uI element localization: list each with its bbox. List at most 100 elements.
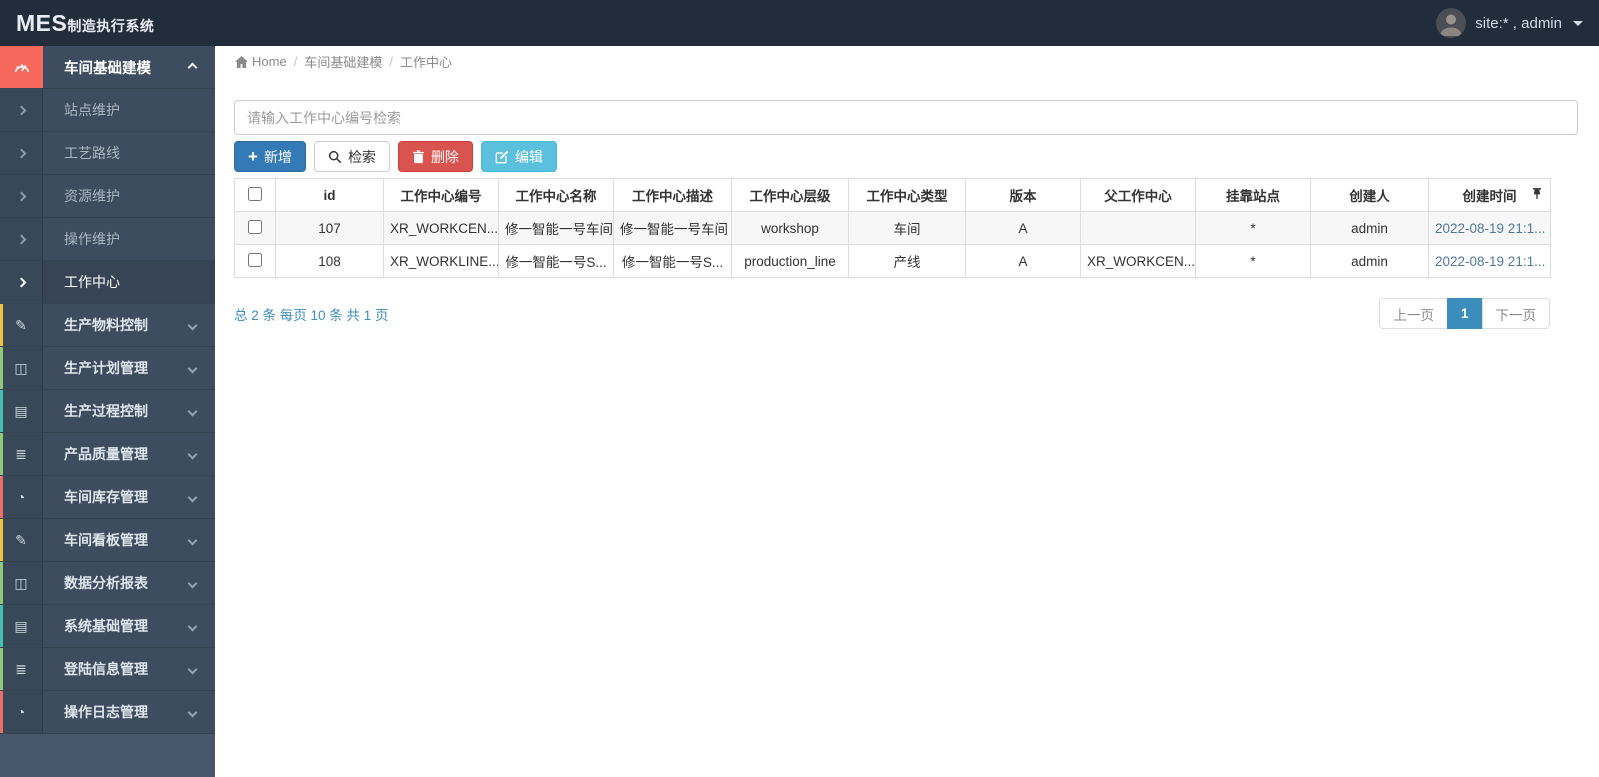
row-checkbox[interactable]	[248, 252, 262, 267]
chevron-down-icon	[187, 535, 198, 545]
sidebar-group-label: 产品质量管理	[64, 446, 148, 462]
sidebar-group-3[interactable]: ≣ 产品质量管理	[0, 433, 215, 476]
table-cell: *	[1195, 211, 1311, 245]
sidebar-group-6[interactable]: ◫ 数据分析报表	[0, 562, 215, 605]
gauge-icon: ◔	[16, 489, 26, 505]
select-all-checkbox[interactable]	[248, 186, 262, 201]
column-header: 工作中心描述	[613, 178, 732, 212]
sidebar-group-active[interactable]: 车间基础建模	[0, 46, 215, 89]
accent-strip	[0, 648, 3, 690]
chevron-down-icon	[187, 664, 198, 674]
sidebar-item-label: 工作中心	[64, 274, 120, 290]
chevron-up-icon	[187, 62, 198, 72]
book-icon: ▤	[14, 402, 28, 419]
column-header: id	[275, 178, 384, 212]
sidebar-item-4[interactable]: 工作中心	[0, 261, 215, 304]
sidebar-item-label: 操作维护	[64, 231, 120, 247]
pin-icon[interactable]	[1532, 187, 1542, 203]
add-button[interactable]: + 新增	[234, 141, 306, 172]
accent-strip	[0, 476, 3, 518]
caret-down-icon	[1573, 20, 1583, 26]
sidebar-group-1[interactable]: ◫ 生产计划管理	[0, 347, 215, 390]
list-icon: ≣	[15, 445, 27, 462]
column-header: 工作中心名称	[498, 178, 614, 212]
sidebar-group-0[interactable]: ✎ 生产物料控制	[0, 304, 215, 347]
sidebar-item-3[interactable]: 操作维护	[0, 218, 215, 261]
table-cell: 107	[275, 211, 384, 245]
list-icon: ≣	[15, 660, 27, 677]
table-row-0: 107 XR_WORKCEN... 修一智能一号车间 修一智能一号车间 workshop…	[234, 211, 1551, 245]
breadcrumb-home[interactable]: Home	[235, 54, 287, 69]
table-cell: *	[1195, 244, 1311, 278]
sidebar-group-8[interactable]: ≣ 登陆信息管理	[0, 648, 215, 691]
columns-icon: ◫	[14, 359, 28, 376]
main-content: Home / 车间基础建模 / 工作中心 + 新增 检索	[215, 46, 1599, 777]
sidebar-group-label: 操作日志管理	[64, 704, 148, 720]
column-header: 工作中心编号	[383, 178, 499, 212]
sidebar-item-label: 资源维护	[64, 188, 120, 204]
chevron-down-icon	[187, 363, 198, 373]
column-header: 父工作中心	[1080, 178, 1196, 212]
top-navbar: MES 制造执行系统 site:* , admin	[0, 0, 1599, 46]
table-cell: 车间	[848, 211, 966, 245]
sidebar-group-5[interactable]: ✎ 车间看板管理	[0, 519, 215, 562]
table-cell: A	[965, 211, 1081, 245]
table-row-1: 108 XR_WORKLINE... 修一智能一号S... 修一智能一号S... pro…	[234, 244, 1551, 278]
column-header: 工作中心层级	[731, 178, 849, 212]
breadcrumb: Home / 车间基础建模 / 工作中心	[215, 46, 1599, 77]
accent-strip	[0, 605, 3, 647]
table-cell: 2022-08-19 21:1...	[1428, 244, 1551, 278]
breadcrumb-level1[interactable]: 车间基础建模	[304, 52, 382, 71]
pagination-summary: 总 2 条 每页 10 条 共 1 页	[234, 307, 389, 323]
delete-button[interactable]: 删除	[397, 141, 473, 172]
row-checkbox[interactable]	[248, 219, 262, 234]
logo-mes: MES	[16, 9, 68, 36]
sidebar-group-label: 车间看板管理	[64, 532, 148, 548]
chevron-down-icon	[187, 621, 198, 631]
chevron-down-icon	[187, 492, 198, 502]
column-header: 工作中心类型	[848, 178, 966, 212]
prev-page-button[interactable]: 上一页	[1379, 298, 1448, 329]
sidebar-group-7[interactable]: ▤ 系统基础管理	[0, 605, 215, 648]
accent-strip	[0, 390, 3, 432]
chevron-down-icon	[187, 707, 198, 717]
page-1-button[interactable]: 1	[1446, 298, 1483, 329]
sidebar-item-1[interactable]: 工艺路线	[0, 132, 215, 175]
sidebar-group-label: 数据分析报表	[64, 575, 148, 591]
home-icon	[235, 55, 248, 68]
chevron-right-icon	[0, 89, 43, 131]
sidebar-group-9[interactable]: ◔ 操作日志管理	[0, 691, 215, 734]
table-cell	[1080, 211, 1196, 245]
header-select-all-cell	[234, 178, 276, 212]
search-button[interactable]: 检索	[313, 141, 390, 172]
accent-strip	[0, 519, 3, 561]
table-cell: A	[965, 244, 1081, 278]
column-header: 版本	[965, 178, 1081, 212]
search-icon	[328, 150, 342, 163]
next-page-button[interactable]: 下一页	[1481, 298, 1550, 329]
edit-button[interactable]: 编辑	[480, 141, 557, 172]
table-cell: 修一智能一号S...	[613, 244, 732, 278]
sidebar-item-0[interactable]: 站点维护	[0, 89, 215, 132]
app-logo: MES 制造执行系统	[16, 10, 154, 37]
sidebar-item-2[interactable]: 资源维护	[0, 175, 215, 218]
avatar	[1436, 8, 1467, 38]
sidebar-group-label: 登陆信息管理	[64, 661, 148, 677]
user-label: site:* , admin	[1475, 14, 1562, 32]
book-icon: ▤	[14, 617, 28, 634]
table-cell: XR_WORKLINE...	[383, 244, 499, 278]
logo-subtitle: 制造执行系统	[67, 17, 155, 34]
sidebar-group-2[interactable]: ▤ 生产过程控制	[0, 390, 215, 433]
table-cell: 108	[275, 244, 384, 278]
plus-icon: +	[248, 147, 258, 166]
sidebar-group-4[interactable]: ◔ 车间库存管理	[0, 476, 215, 519]
accent-strip	[0, 562, 3, 604]
sidebar: 车间基础建模 站点维护 工艺路线资源维护操作维护工作中心 ✎ 生产物料控制 ◫ 生产计划…	[0, 46, 215, 777]
search-input[interactable]	[234, 100, 1578, 135]
table-cell: production_line	[731, 244, 849, 278]
table-cell: 产线	[848, 244, 966, 278]
user-menu[interactable]: site:* , admin	[1436, 8, 1583, 38]
table-header-row: id 工作中心编号 工作中心名称 工作中心描述 工作中心层级 工作中心类型 版本 父工作中心挂…	[234, 178, 1551, 212]
row-select-cell	[234, 211, 276, 245]
table-cell: workshop	[731, 211, 849, 245]
